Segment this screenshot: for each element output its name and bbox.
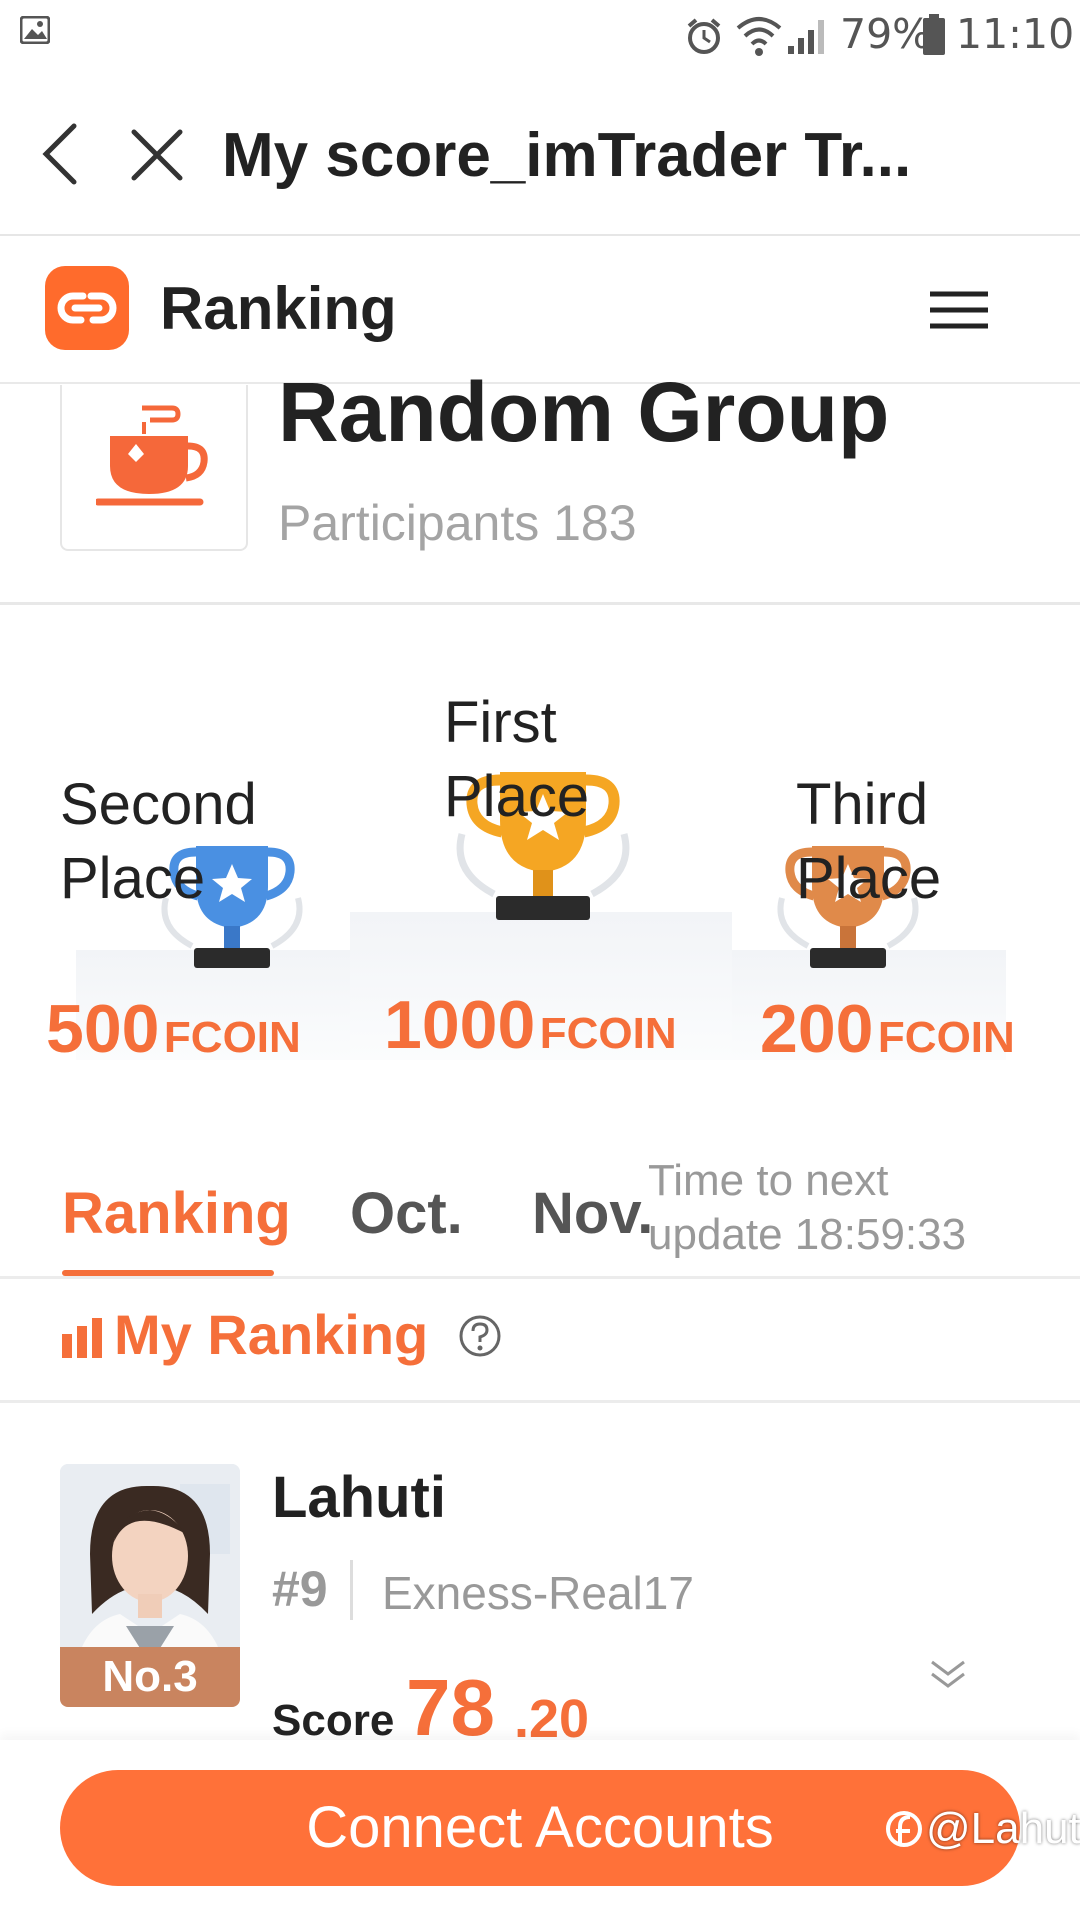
connect-accounts-button[interactable]: Connect Accounts: [60, 1770, 1020, 1886]
third-prize: 200 FCOIN: [760, 990, 1015, 1068]
watermark: @Lahuti: [884, 1804, 1080, 1854]
battery-percentage: 79%: [840, 10, 932, 58]
third-place-line2: Place: [796, 846, 942, 911]
user-name: Lahuti: [272, 1465, 446, 1530]
wifi-icon: [736, 17, 782, 56]
second-prize-unit: FCOIN: [163, 1013, 301, 1062]
first-place-label: First Place: [444, 686, 589, 834]
divider: [350, 1560, 353, 1620]
watermark-text: @Lahuti: [926, 1804, 1080, 1853]
user-rank: #9: [272, 1561, 328, 1617]
page-title: My score_imTrader Tr...: [222, 121, 912, 190]
bar-chart-icon: [62, 1318, 102, 1358]
divider: [0, 1276, 1080, 1279]
score-label: Score: [272, 1696, 395, 1745]
watermark-logo-icon: [886, 1811, 922, 1847]
first-place-line2: Place: [444, 764, 590, 829]
tab-ranking[interactable]: Ranking: [62, 1180, 291, 1247]
status-bar: 79% 11:10: [0, 0, 1080, 76]
third-prize-amount: 200: [760, 991, 874, 1067]
browser-nav-bar: My score_imTrader Tr...: [0, 76, 1080, 236]
third-prize-unit: FCOIN: [877, 1013, 1015, 1062]
update-line1: Time to next: [648, 1156, 889, 1205]
first-prize: 1000 FCOIN: [384, 986, 677, 1064]
third-place-label: Third Place: [796, 768, 941, 916]
second-place-line1: Second: [60, 772, 257, 837]
clock: 11:10: [956, 10, 1075, 58]
rank-badge: No.3: [60, 1647, 240, 1707]
help-circle-icon[interactable]: [458, 1314, 502, 1358]
coffee-cup-icon: [96, 405, 208, 506]
app-logo: [45, 266, 129, 350]
second-place-line2: Place: [60, 846, 206, 911]
user-account: Exness-Real17: [382, 1567, 694, 1619]
divider: [0, 1400, 1080, 1403]
header-title: Ranking: [160, 275, 397, 342]
first-prize-unit: FCOIN: [539, 1009, 677, 1058]
app-header: Ranking: [0, 236, 1080, 384]
second-prize: 500 FCOIN: [46, 990, 301, 1068]
back-icon[interactable]: [38, 122, 82, 186]
tab-oct[interactable]: Oct.: [350, 1180, 463, 1247]
tab-nov[interactable]: Nov.: [532, 1180, 653, 1247]
alarm-icon: [687, 18, 721, 54]
first-place-line1: First: [444, 690, 557, 755]
close-icon[interactable]: [130, 128, 184, 182]
group-avatar: [60, 385, 248, 551]
menu-icon[interactable]: [928, 290, 990, 330]
battery-icon: [923, 14, 945, 55]
my-ranking-title: My Ranking: [114, 1303, 429, 1366]
expand-chevron-icon[interactable]: [928, 1658, 968, 1692]
signal-icon: [788, 20, 824, 54]
gallery-notification-icon: [20, 16, 50, 44]
second-place-label: Second Place: [60, 768, 257, 916]
update-line2: update 18:59:33: [648, 1210, 967, 1259]
first-prize-amount: 1000: [384, 987, 536, 1063]
my-ranking-header: My Ranking: [60, 1302, 502, 1367]
third-place-line1: Third: [796, 772, 929, 837]
divider: [0, 602, 1080, 605]
participants-count: Participants 183: [278, 495, 637, 551]
next-update-timer: Time to next update 18:59:33: [648, 1154, 966, 1262]
link-logo-icon: [57, 292, 117, 324]
second-prize-amount: 500: [46, 991, 160, 1067]
group-name: Random Group: [278, 365, 890, 459]
